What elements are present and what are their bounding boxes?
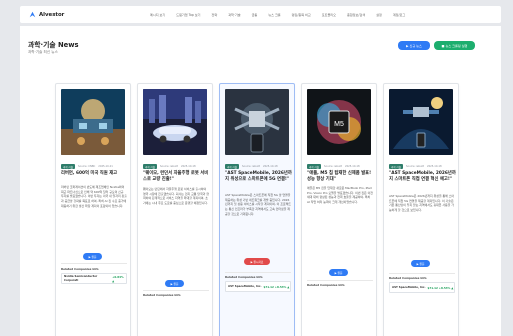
news-summary: 애플은 M5 칩을 탑재한 새로운 MacBook Pro, iPad Pro,…: [307, 186, 373, 204]
company-change: +0.84% ▲: [112, 274, 124, 283]
news-image: [61, 89, 125, 155]
category-tag: 과학·기술: [143, 164, 157, 169]
divider: [307, 280, 373, 281]
brand-logo[interactable]: Alvestor: [29, 11, 64, 18]
news-title: "애플, M5 칩 탑재한 신제품 발표! 성능 향상 기대": [307, 171, 372, 183]
news-date: 2025-10-18: [427, 165, 442, 168]
news-meta: 과학·기술 Source: iebuilt 2025-10-18: [225, 164, 281, 169]
run-crawl-button[interactable]: ■ 뉴스 크롤링 실행: [434, 41, 475, 50]
news-summary: AST SpaceMobile은 2026년까지 위성을 통해 스마트폰에 직접…: [389, 194, 455, 212]
news-meta: 과학·기술 Source: iebuilt 2025-10-18: [143, 164, 199, 169]
open-source-button[interactable]: ▶ 원문: [411, 260, 430, 267]
related-companies-label: Related Companies Info: [225, 275, 263, 279]
nav-item-search[interactable]: 종합정보/검색: [347, 12, 365, 17]
nav-item-portfolio[interactable]: 포트폴리오: [322, 12, 336, 17]
related-company-chip[interactable]: AST SpaceMobile, Inc. $71.12 +8.53% ▲: [389, 282, 455, 293]
related-companies-label: Related Companies Info: [307, 283, 345, 287]
new-news-button[interactable]: ▶ 신규 뉴스: [398, 41, 430, 50]
category-tag: 과학·기술: [225, 164, 239, 169]
brand-name: Alvestor: [39, 11, 65, 18]
nav-item-finance[interactable]: 금융: [252, 12, 258, 17]
category-tag: 과학·기술: [307, 164, 321, 169]
news-card: 과학·기술 Source: iebuilt 2025-10-18 "웨이모, 런…: [137, 83, 213, 336]
news-image: M5: [307, 89, 371, 155]
news-source: Source: iebuilt: [160, 165, 178, 168]
news-card: 과학·기술 Source: iebuilt 2025-10-18 "AST Sp…: [383, 83, 459, 336]
news-title: "AST SpaceMobile, 2026년까지 스마트폰 직접 연결 혁신 …: [389, 171, 456, 183]
open-source-button[interactable]: ▶ 원시자료: [244, 258, 270, 265]
nav-item-crawl[interactable]: 뉴스 크롤: [268, 12, 280, 17]
nav-item-top[interactable]: 드림기업 Top 보기: [176, 12, 200, 17]
nav-item-strategy[interactable]: 전략: [211, 12, 217, 17]
news-title: "AST SpaceMobile, 2026년까지 위성으로 스마트폰에 5G …: [225, 171, 292, 183]
divider: [61, 263, 127, 264]
news-date: 2025-10-18: [345, 165, 360, 168]
news-title: 리버먼, 600억 미국 직원 재고: [61, 171, 118, 176]
news-source: Source: iebuilt: [324, 165, 342, 168]
main-panel: 과학·기술 News 과학·기술 최신 뉴스 ▶ 신규 뉴스 ■ 뉴스 크롤링 …: [20, 26, 501, 336]
category-tag: 과학·기술: [61, 164, 75, 169]
top-navigation-bar: Alvestor 메시지 보기 드림기업 Top 보기 전략 과학·기술 금융 …: [20, 6, 501, 23]
page-subtitle: 과학·기술 최신 뉴스: [28, 50, 58, 54]
news-meta: 과학·기술 Source: CNBC 2025-10-21: [61, 164, 116, 169]
news-date: 2025-10-21: [98, 165, 113, 168]
open-source-button[interactable]: ▶ 원문: [165, 280, 184, 287]
company-name: AST SpaceMobile, Inc.: [228, 283, 262, 288]
company-name: Nvidia Semiconductor Corporati: [64, 274, 98, 282]
news-image: [389, 89, 453, 155]
nav-item-account[interactable]: 계정/로그: [393, 12, 405, 17]
divider: [143, 290, 209, 291]
news-summary: 웨이모는 런던에서 자율주행 로봇 서비스를 출시하며 영국 시장에 진출했습니…: [143, 187, 209, 205]
nav-item-messages[interactable]: 메시지 보기: [150, 12, 165, 17]
related-companies-label: Related Companies Info: [61, 267, 99, 271]
company-change: $71.12 +8.53% ▲: [263, 284, 290, 289]
category-tag: 과학·기술: [389, 164, 403, 169]
news-title: "웨이모, 런던서 자율주행 로봇 서비스로 교량 진출!": [143, 171, 209, 183]
main-nav: 메시지 보기 드림기업 Top 보기 전략 과학·기술 금융 뉴스 크롤 랭킹/…: [150, 6, 416, 23]
svg-text:M5: M5: [334, 121, 344, 128]
company-name: AST SpaceMobile, Inc.: [392, 284, 426, 289]
news-date: 2025-10-18: [263, 165, 278, 168]
news-date: 2025-10-18: [181, 165, 196, 168]
open-source-button[interactable]: ▶ 원문: [329, 269, 348, 276]
news-summary: 리버먼 코퍼레이션이 반도체 제조업체인 Nvidia와의 최근 파트너십으로 …: [61, 185, 127, 208]
news-meta: 과학·기술 Source: iebuilt 2025-10-18: [307, 164, 363, 169]
open-source-button[interactable]: ▶ 원문: [83, 253, 102, 260]
news-source: Source: iebuilt: [242, 165, 260, 168]
news-summary: AST SpaceMobile은 스마트폰에 직접 5G 망 연결을 제공하는 …: [225, 193, 291, 216]
news-card: 과학·기술 Source: iebuilt 2025-10-18 "AST Sp…: [219, 83, 295, 336]
news-card: 과학·기술 Source: CNBC 2025-10-21 리버먼, 600억 …: [55, 83, 131, 336]
divider: [389, 273, 455, 274]
news-source: Source: iebuilt: [406, 165, 424, 168]
news-card: M5 과학·기술 Source: iebuilt 2025-10-18 "애플,…: [301, 83, 377, 336]
company-change: $71.12 +8.53% ▲: [427, 285, 454, 290]
related-company-chip[interactable]: AST SpaceMobile, Inc. $71.12 +8.53% ▲: [225, 281, 291, 292]
news-image: [225, 89, 289, 155]
nav-item-settings[interactable]: 설정: [376, 12, 382, 17]
nav-item-science[interactable]: 과학·기술: [228, 12, 240, 17]
news-meta: 과학·기술 Source: iebuilt 2025-10-18: [389, 164, 445, 169]
related-company-chip[interactable]: Nvidia Semiconductor Corporati +0.84% ▲: [61, 273, 127, 284]
page-title: 과학·기술 News: [28, 41, 79, 49]
news-source: Source: CNBC: [78, 165, 96, 168]
related-companies-label: Related Companies Info: [389, 276, 427, 280]
nav-item-ranking[interactable]: 랭킹/종목 비교: [292, 12, 311, 17]
brand-logo-icon: [29, 11, 36, 18]
related-companies-label: Related Companies Info: [143, 293, 181, 297]
news-image: [143, 89, 207, 155]
divider: [225, 272, 291, 273]
